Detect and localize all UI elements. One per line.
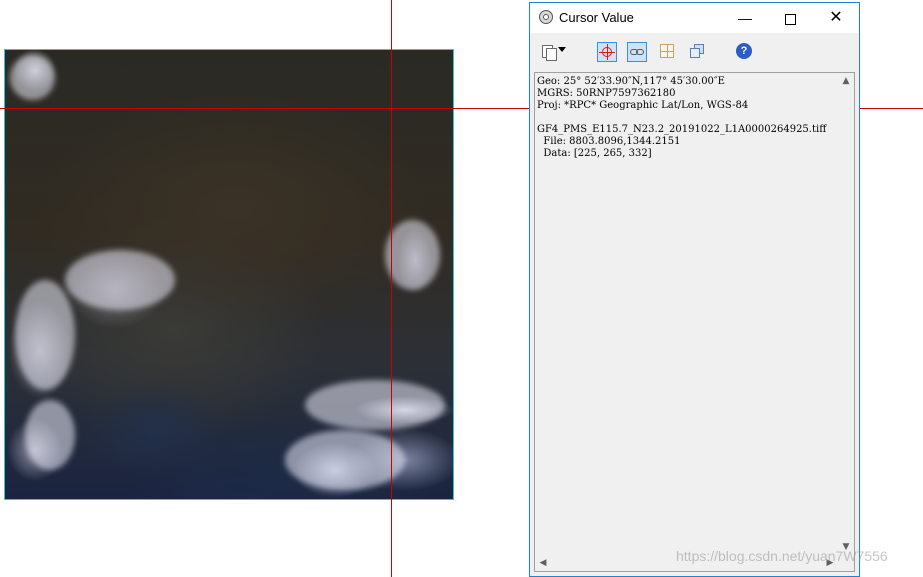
file-name-line: GF4_PMS_E115.7_N23.2_20191022_L1A0000264… (537, 124, 827, 135)
copy-dropdown-icon[interactable] (558, 47, 566, 52)
stack-icon[interactable] (688, 42, 708, 62)
cursor-info-text[interactable]: Geo: 25° 52′33.90″N,117° 45′30.00″E MGRS… (534, 72, 855, 572)
data-values-line: Data: [225, 265, 332] (537, 148, 652, 159)
close-button[interactable]: ✕ (813, 3, 859, 33)
toolbar: ? (530, 33, 859, 71)
copy-icon[interactable] (540, 42, 560, 62)
file-coords-line: File: 8803.8096,1344.2151 (537, 136, 681, 147)
satellite-image[interactable] (4, 49, 454, 500)
window-title: Cursor Value (559, 10, 634, 25)
grid-icon[interactable] (658, 42, 678, 62)
crosshair-vertical-line (391, 0, 392, 577)
mgrs-line: MGRS: 50RNP7597362180 (537, 88, 676, 99)
cursor-value-dialog: Cursor Value — ✕ ? Geo: 25° 52′33.90″N,1… (529, 2, 860, 577)
crosshair-icon[interactable] (597, 42, 617, 62)
watermark: https://blog.csdn.net/yuan7W7556 (676, 548, 888, 564)
link-icon[interactable] (627, 42, 647, 62)
minimize-button[interactable]: — (722, 3, 768, 33)
scroll-up-icon[interactable]: ▲ (838, 73, 854, 89)
vertical-scrollbar[interactable]: ▲ ▼ (838, 73, 854, 555)
maximize-button[interactable] (767, 3, 813, 33)
geo-line: Geo: 25° 52′33.90″N,117° 45′30.00″E (537, 76, 725, 87)
help-icon[interactable]: ? (735, 42, 755, 62)
maximize-icon (784, 13, 796, 25)
proj-line: Proj: *RPC* Geographic Lat/Lon, WGS-84 (537, 100, 749, 111)
scroll-left-icon[interactable]: ◀ (535, 555, 551, 571)
app-icon (539, 10, 553, 24)
title-bar[interactable]: Cursor Value — ✕ (530, 3, 859, 33)
